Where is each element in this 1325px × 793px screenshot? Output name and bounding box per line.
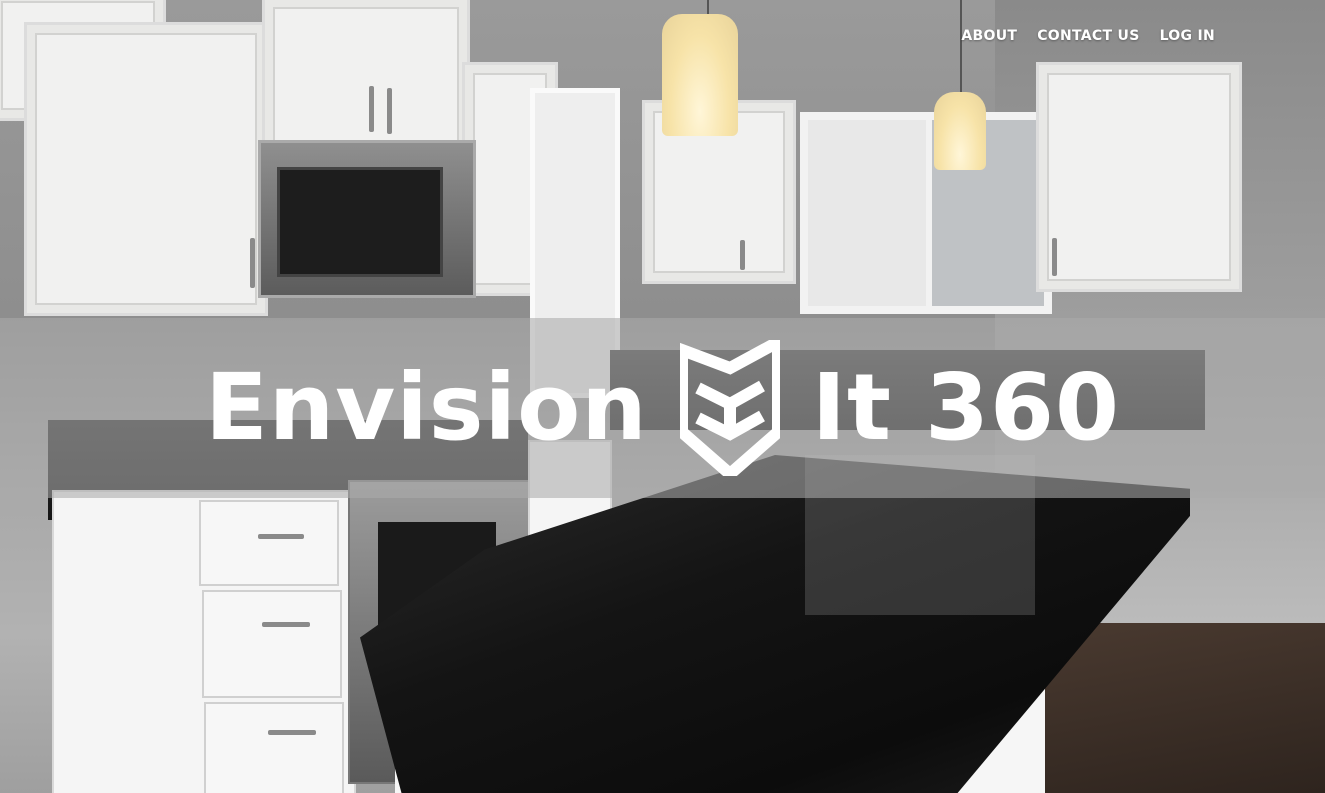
brand-logo: Envision It 360 <box>0 318 1325 498</box>
nav-contact-us-link[interactable]: CONTACT US <box>1037 28 1139 44</box>
nav-log-in-link[interactable]: LOG IN <box>1160 28 1215 44</box>
upper-cabinet <box>262 0 470 158</box>
brand-name-left: Envision <box>204 354 648 461</box>
top-nav: ABOUT CONTACT US LOG IN <box>961 28 1215 44</box>
shield-chevron-logo-icon <box>679 340 780 476</box>
microwave <box>258 140 476 298</box>
pendant-light <box>662 14 738 136</box>
upper-cabinet <box>1036 62 1242 292</box>
kitchen-window <box>800 112 1052 314</box>
upper-cabinet <box>24 22 268 316</box>
pendant-light <box>934 92 986 170</box>
brand-name-right: It 360 <box>811 354 1121 461</box>
nav-about-link[interactable]: ABOUT <box>961 28 1017 44</box>
lower-cabinet <box>52 490 356 793</box>
